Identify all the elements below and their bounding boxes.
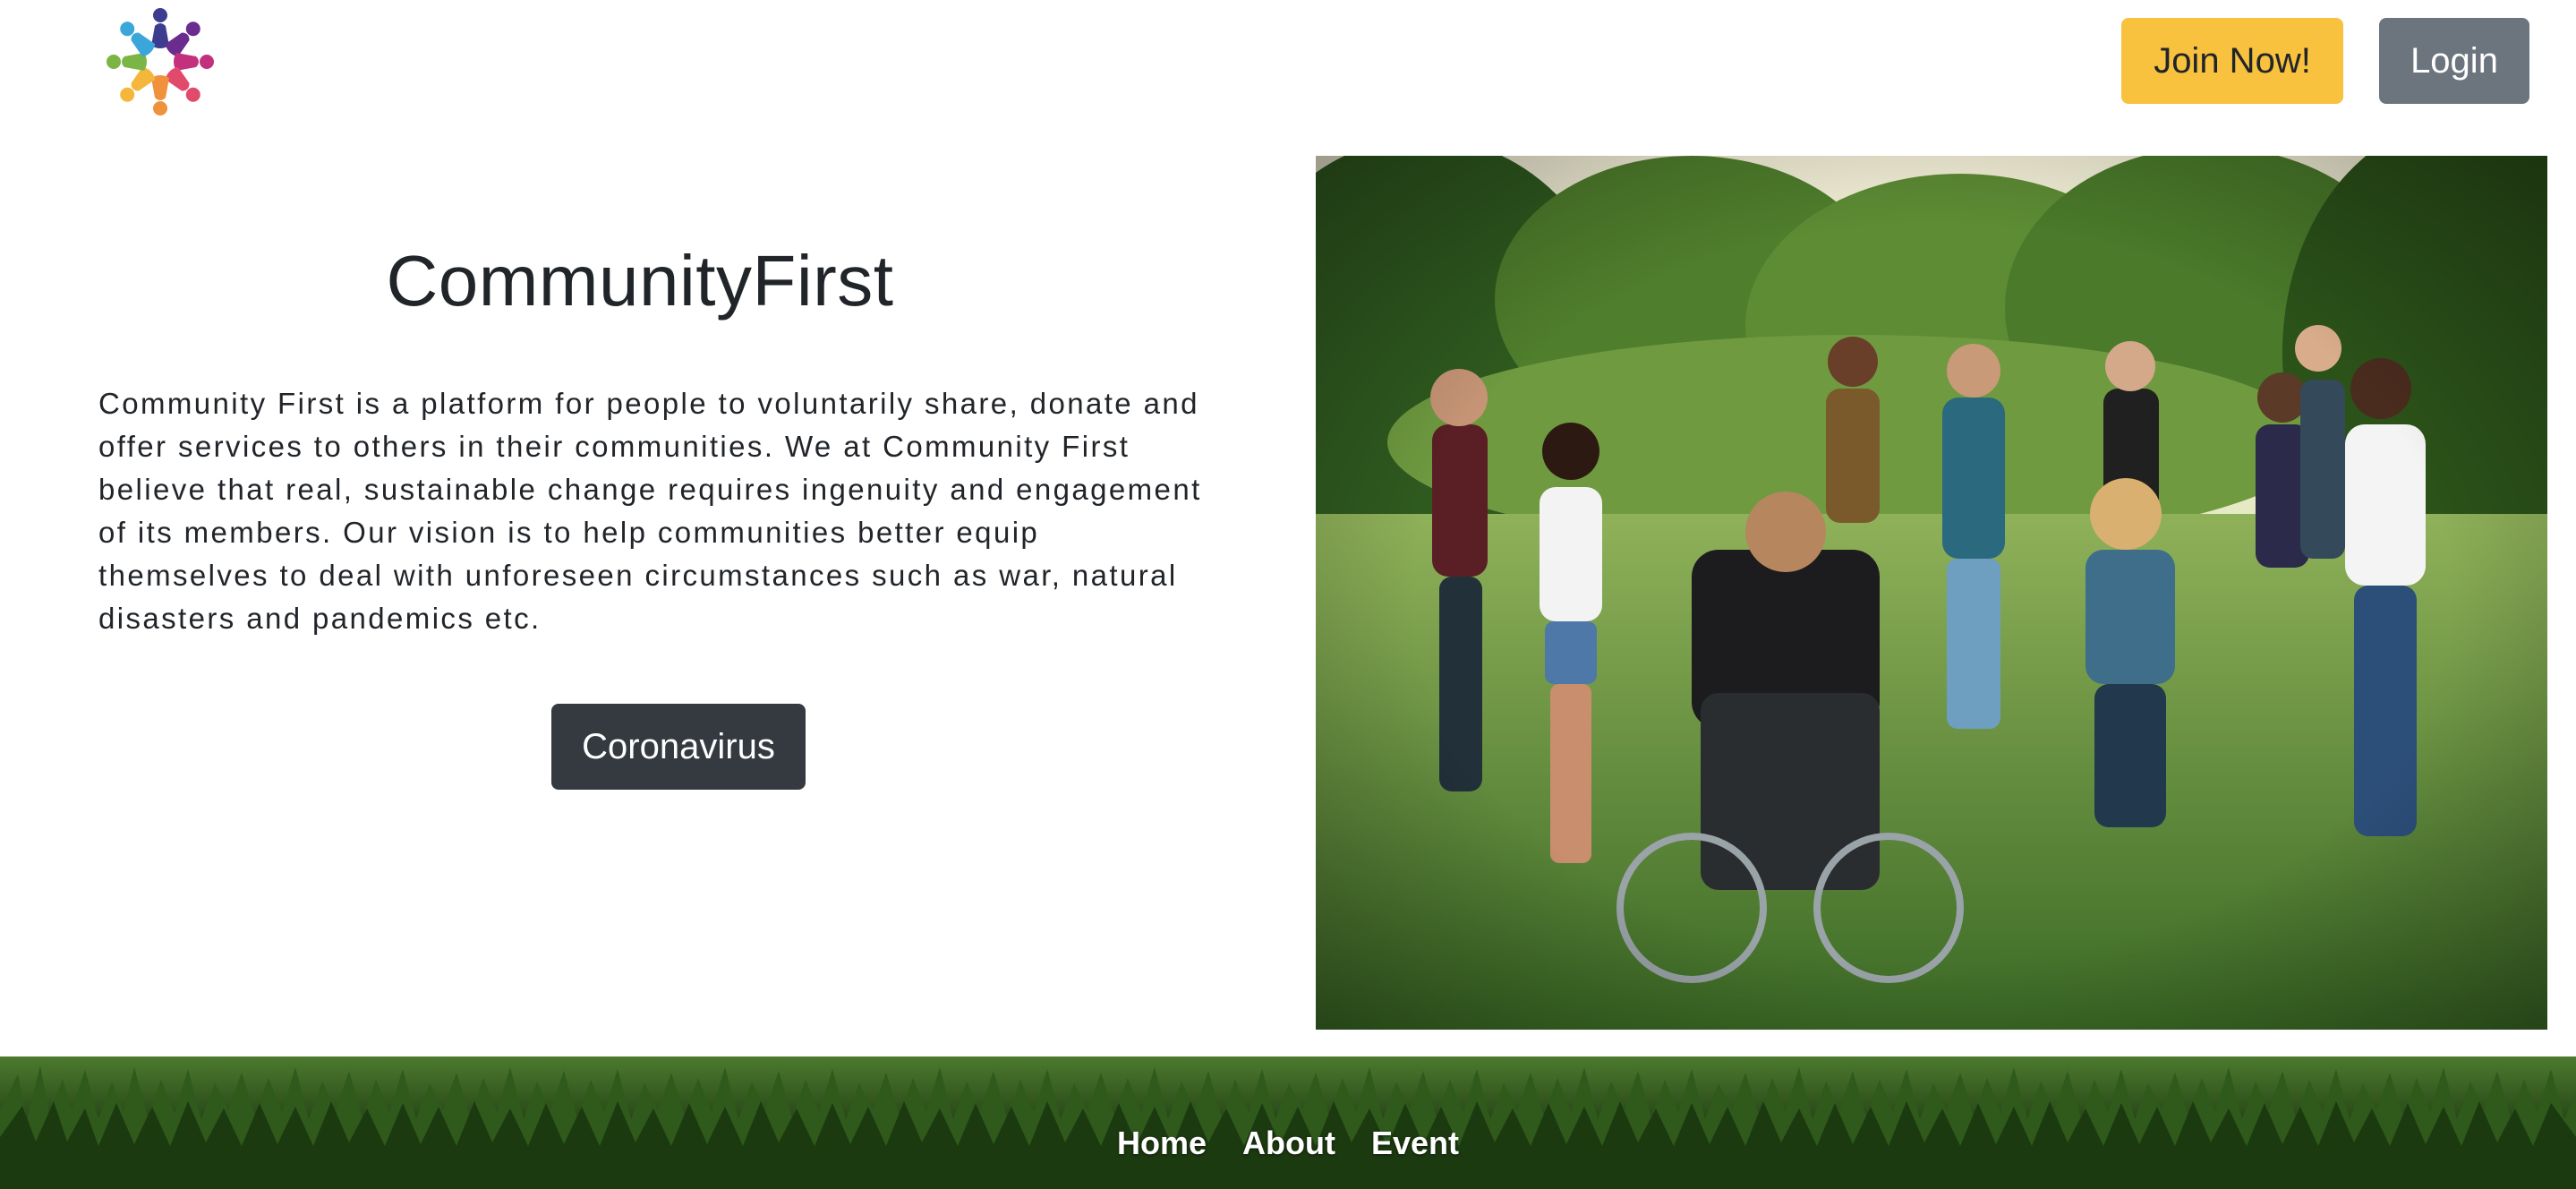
coronavirus-button[interactable]: Coronavirus — [551, 704, 806, 790]
hero-description: Community First is a platform for people… — [98, 387, 1202, 635]
grass-footer — [0, 1056, 2576, 1189]
footer-link-event[interactable]: Event — [1371, 1125, 1459, 1162]
footer-link-about[interactable]: About — [1242, 1125, 1335, 1162]
community-circle-photo — [1316, 156, 2547, 1030]
login-button[interactable]: Login — [2379, 18, 2529, 104]
community-logo-icon[interactable] — [100, 5, 220, 118]
join-now-button[interactable]: Join Now! — [2121, 18, 2343, 104]
footer-nav: Home About Event — [0, 1125, 2576, 1162]
footer-link-home[interactable]: Home — [1117, 1125, 1207, 1162]
page-title: CommunityFirst — [386, 241, 894, 321]
